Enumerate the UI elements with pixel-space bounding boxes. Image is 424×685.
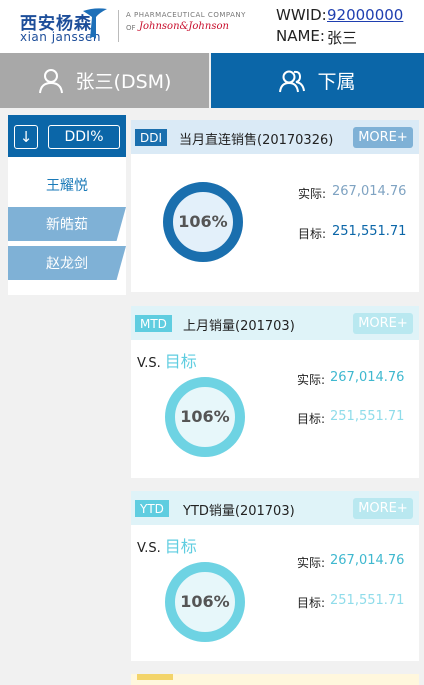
tab-self[interactable]: 张三(DSM)	[0, 53, 209, 108]
ddi-card: DDI 当月直连销售(20170326) MORE+ 106% 实际: 267,…	[131, 120, 419, 292]
sort-bar: ↓ DDI%	[8, 115, 126, 157]
actual-value: 267,014.76	[330, 370, 405, 385]
more-button[interactable]: MORE+	[353, 127, 413, 148]
tab-subordinates[interactable]: 下属	[211, 53, 424, 108]
wwid-label: WWID:	[276, 6, 327, 24]
vs-text: V.S. 目标	[137, 348, 197, 372]
actual-value: 267,014.76	[332, 184, 407, 199]
ddi-badge: DDI	[135, 129, 168, 146]
johnson-johnson-logo: Johnson&Johnson	[139, 21, 229, 32]
more-button[interactable]: MORE+	[353, 498, 413, 519]
percent-label: 106%	[178, 212, 228, 231]
card-header: DDI 当月直连销售(20170326) MORE+	[131, 120, 419, 154]
vs-label: V.S.	[137, 356, 161, 371]
list-item[interactable]: 王耀悦	[8, 168, 126, 202]
ytd-badge: YTD	[135, 500, 169, 517]
wwid-link[interactable]: 92000000	[327, 6, 403, 24]
percent-label: 106%	[180, 407, 230, 426]
subordinate-list-panel: ↓ DDI% 王耀悦 新皓茹 赵龙剑	[8, 115, 126, 295]
vs-text: V.S. 目标	[137, 533, 197, 557]
mtd-badge: MTD	[135, 315, 172, 332]
list-item[interactable]: 新皓茹	[8, 207, 126, 241]
next-card-badge	[137, 674, 173, 680]
target-value: 251,551.71	[332, 224, 407, 239]
percent-label: 106%	[180, 592, 230, 611]
card-title: YTD销量(201703)	[183, 504, 295, 519]
sort-down-button[interactable]: ↓	[14, 125, 38, 149]
target-value: 251,551.71	[330, 593, 405, 608]
mtd-card: MTD 上月销量(201703) MORE+ V.S. 目标 106% 实际: 2…	[131, 306, 419, 478]
target-label: 目标:	[297, 412, 326, 426]
target-label: 目标:	[297, 596, 326, 610]
ytd-card: YTD YTD销量(201703) MORE+ V.S. 目标 106% 实际: …	[131, 491, 419, 661]
target-value: 251,551.71	[330, 409, 405, 424]
vs-target: 目标	[164, 537, 197, 556]
card-header: MTD 上月销量(201703) MORE+	[131, 306, 419, 340]
user-icon	[38, 68, 63, 93]
card-title: 上月销量(201703)	[183, 319, 295, 334]
vs-label: V.S.	[137, 541, 161, 556]
tab-sub-label: 下属	[317, 71, 356, 93]
more-button[interactable]: MORE+	[353, 313, 413, 334]
target-label: 目标:	[298, 227, 327, 241]
name-label: NAME:	[276, 27, 325, 45]
actual-label: 实际:	[297, 373, 326, 387]
users-icon	[279, 70, 306, 92]
card-header: YTD YTD销量(201703) MORE+	[131, 491, 419, 525]
name-value: 张三	[327, 29, 358, 47]
app-header: 西安杨森 xian janssen A PHARMACEUTICAL COMPA…	[0, 0, 424, 53]
actual-label: 实际:	[298, 187, 327, 201]
pharma-company-text: A PHARMACEUTICAL COMPANY	[126, 11, 246, 19]
actual-value: 267,014.76	[330, 553, 405, 568]
of-text: OF	[126, 24, 136, 32]
list-item[interactable]: 赵龙剑	[8, 246, 126, 280]
arrow-down-icon: ↓	[19, 128, 33, 146]
tab-self-label: 张三(DSM)	[75, 71, 172, 93]
logo-divider	[118, 10, 119, 42]
actual-label: 实际:	[297, 556, 326, 570]
ddi-sort-button[interactable]: DDI%	[48, 125, 120, 149]
next-card-partial	[131, 674, 419, 685]
janssen-logo-icon	[83, 8, 107, 40]
card-title: 当月直连销售(20170326)	[179, 133, 334, 148]
vs-target: 目标	[164, 352, 197, 371]
